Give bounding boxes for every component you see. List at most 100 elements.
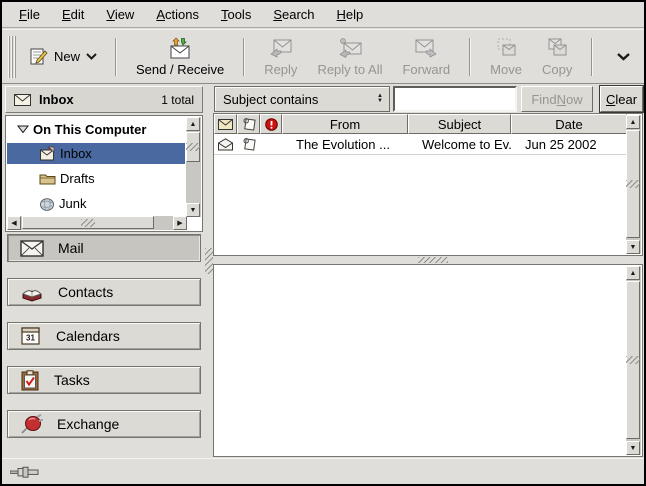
move-button[interactable]: Move <box>480 33 532 81</box>
move-label: Move <box>490 62 522 77</box>
shortcut-calendars-button[interactable]: 31 Calendars <box>7 322 201 350</box>
shortcut-label: Calendars <box>56 328 120 344</box>
new-button-label: New <box>54 49 80 64</box>
new-button[interactable]: New <box>20 40 106 74</box>
preview-scrollbar[interactable]: ▲ ▼ <box>626 266 641 455</box>
evolution-window: File Edit View Actions Tools Search Help… <box>0 0 646 486</box>
toolbar-separator <box>469 38 471 76</box>
menu-bar: File Edit View Actions Tools Search Help <box>2 2 644 28</box>
preview-pane: ▲ ▼ <box>213 264 643 457</box>
mail-icon <box>20 240 44 257</box>
message-from: The Evolution ... <box>282 137 408 152</box>
menu-search[interactable]: Search <box>262 3 325 26</box>
find-now-button[interactable]: Find Now <box>521 86 593 112</box>
envelope-icon <box>218 119 233 130</box>
scroll-down-arrow[interactable]: ▼ <box>186 203 200 217</box>
reply-button[interactable]: Reply <box>254 33 307 81</box>
send-receive-button[interactable]: Send / Receive <box>126 33 234 81</box>
menu-edit[interactable]: Edit <box>51 3 95 26</box>
open-envelope-icon <box>218 138 233 151</box>
sidebar-splitter[interactable] <box>204 85 213 458</box>
menu-file[interactable]: File <box>8 3 51 26</box>
combo-arrows-icon: ▲ ▼ <box>377 94 383 104</box>
tree-item-drafts[interactable]: Drafts <box>7 168 185 189</box>
message-subject: Welcome to Ev... <box>408 137 511 152</box>
menu-view[interactable]: View <box>95 3 145 26</box>
scroll-left-arrow[interactable]: ◀ <box>7 216 21 230</box>
mail-envelope-icon <box>14 94 31 106</box>
shortcut-label: Mail <box>58 240 84 256</box>
send-receive-label: Send / Receive <box>136 62 224 77</box>
scroll-right-arrow[interactable]: ▶ <box>173 216 187 230</box>
scrollbar-thumb[interactable] <box>626 281 640 439</box>
move-icon <box>494 37 518 59</box>
copy-icon <box>545 37 569 59</box>
folder-tree: On This Computer Inbox Drafts Junk ▲ <box>5 115 203 232</box>
shortcut-exchange-button[interactable]: Exchange <box>7 410 201 438</box>
reply-label: Reply <box>264 62 297 77</box>
tree-item-label: Drafts <box>60 171 95 186</box>
scroll-up-arrow[interactable]: ▲ <box>626 266 640 280</box>
toolbar-overflow-button[interactable] <box>609 49 638 65</box>
scroll-down-arrow[interactable]: ▼ <box>626 441 640 455</box>
forward-button[interactable]: Forward <box>392 33 460 81</box>
inbox-icon <box>39 146 56 161</box>
toolbar-drag-handle[interactable] <box>8 36 16 78</box>
tasks-icon <box>20 370 40 391</box>
search-criteria-dropdown[interactable]: Subject contains ▲ ▼ <box>214 86 390 112</box>
scrollbar-thumb[interactable] <box>626 130 640 238</box>
online-status-plug-icon[interactable] <box>10 466 40 478</box>
tree-item-inbox[interactable]: Inbox <box>7 143 185 164</box>
message-date: Jun 25 2002 <box>511 137 627 152</box>
shortcut-tasks-button[interactable]: Tasks <box>7 366 201 394</box>
tree-item-junk[interactable]: Junk <box>7 193 185 214</box>
column-importance[interactable] <box>260 114 282 134</box>
tree-item-label: Junk <box>59 196 86 211</box>
clear-button[interactable]: Clear <box>600 86 643 112</box>
scroll-up-arrow[interactable]: ▲ <box>626 115 640 129</box>
shortcut-mail-button[interactable]: Mail <box>7 234 201 262</box>
shortcut-label: Exchange <box>57 416 119 432</box>
column-status[interactable] <box>214 114 237 134</box>
attachment-cell <box>237 137 260 151</box>
tree-vertical-scrollbar[interactable]: ▲ ▼ <box>186 117 201 217</box>
column-subject[interactable]: Subject <box>408 114 511 134</box>
chevron-down-icon <box>617 53 630 61</box>
importance-icon <box>265 118 278 131</box>
folder-title-bar[interactable]: Inbox 1 total <box>5 86 203 113</box>
column-date[interactable]: Date <box>511 114 627 134</box>
message-list-header: From Subject Date <box>214 114 627 134</box>
menu-help[interactable]: Help <box>326 3 375 26</box>
scroll-down-arrow[interactable]: ▼ <box>626 240 640 254</box>
column-attachment[interactable] <box>237 114 260 134</box>
copy-button[interactable]: Copy <box>532 33 582 81</box>
reply-to-all-button[interactable]: Reply to All <box>307 33 392 81</box>
menu-actions[interactable]: Actions <box>145 3 210 26</box>
message-list-scrollbar[interactable]: ▲ ▼ <box>626 115 641 254</box>
contacts-icon <box>20 283 44 302</box>
calendar-icon: 31 <box>20 326 42 346</box>
message-row[interactable]: The Evolution ... Welcome to Ev... Jun 2… <box>214 134 627 155</box>
scrollbar-thumb[interactable] <box>22 216 154 229</box>
shortcut-contacts-button[interactable]: Contacts <box>7 278 201 306</box>
scroll-up-arrow[interactable]: ▲ <box>186 117 200 131</box>
main-toolbar: New Send / Receive Reply Reply to All <box>2 29 644 84</box>
menu-tools[interactable]: Tools <box>210 3 262 26</box>
reply-icon <box>269 37 293 59</box>
shortcut-label: Contacts <box>58 284 113 300</box>
attachment-icon <box>242 137 256 151</box>
expander-triangle-icon[interactable] <box>17 125 29 134</box>
tree-node-on-this-computer[interactable]: On This Computer <box>7 119 185 140</box>
tree-horizontal-scrollbar[interactable]: ◀ ▶ <box>7 216 187 230</box>
attachment-icon <box>242 117 256 131</box>
search-input[interactable] <box>393 86 517 112</box>
preview-splitter[interactable] <box>213 256 643 264</box>
reply-to-all-label: Reply to All <box>317 62 382 77</box>
current-folder-name: Inbox <box>39 92 74 107</box>
column-from[interactable]: From <box>282 114 408 134</box>
folder-icon <box>39 172 56 185</box>
exchange-plug-icon <box>20 414 43 435</box>
scrollbar-thumb[interactable] <box>186 132 200 162</box>
forward-icon <box>414 37 438 59</box>
search-criteria-value: Subject contains <box>223 92 318 107</box>
